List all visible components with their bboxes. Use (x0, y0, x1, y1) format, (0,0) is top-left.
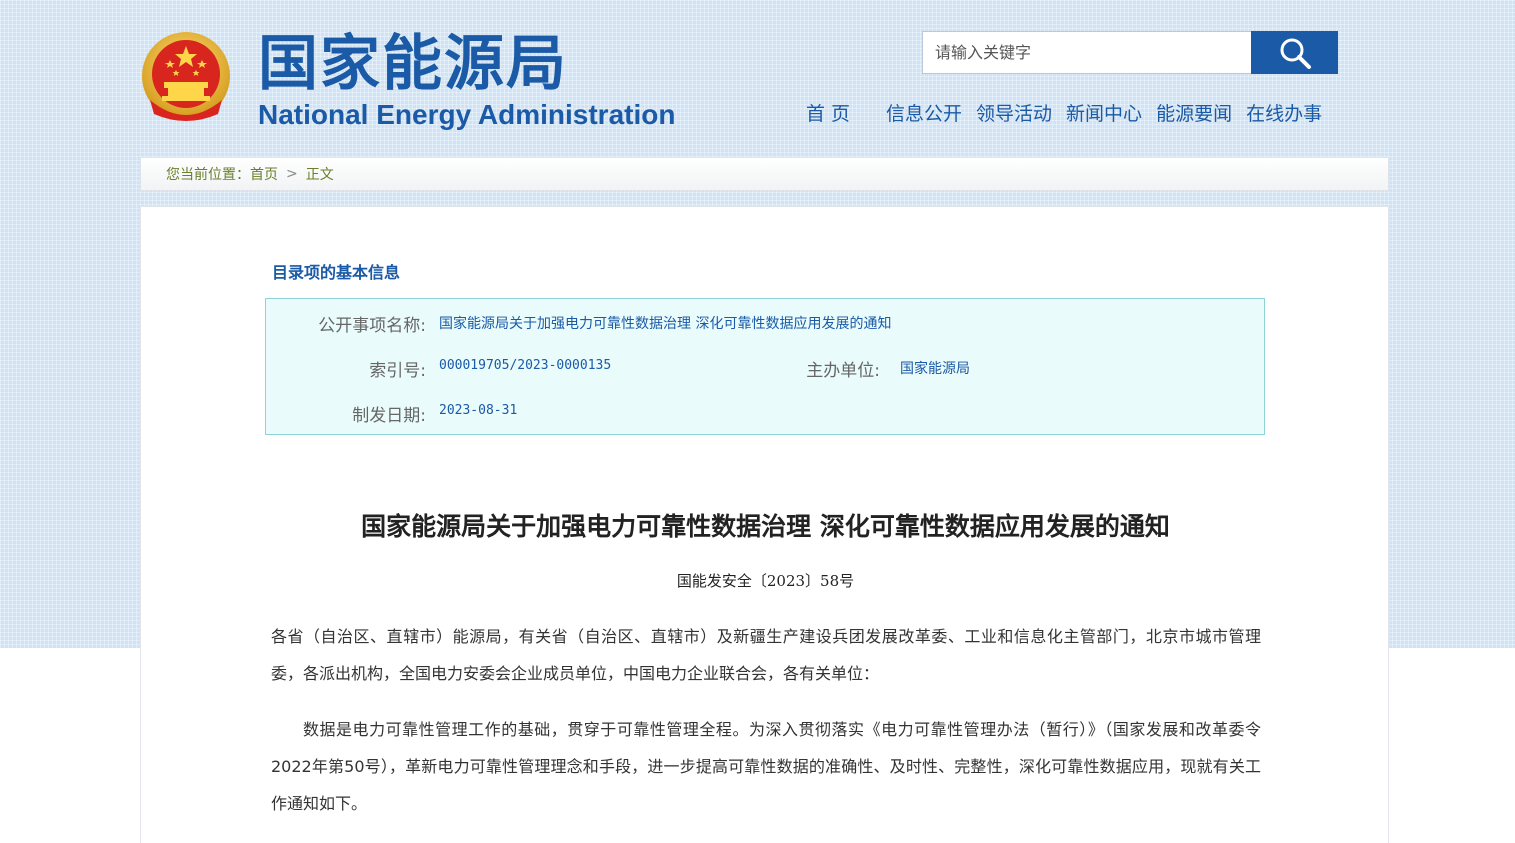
search-icon (1280, 38, 1311, 69)
breadcrumb: 您当前位置： 首页 > 正文 (140, 157, 1389, 191)
nav-info-disclosure[interactable]: 信息公开 (886, 99, 962, 129)
breadcrumb-current: 正文 (305, 167, 334, 183)
document-number: 国能发安全〔2023〕58号 (676, 572, 855, 590)
date-label: 制发日期: (352, 406, 426, 426)
name-label: 公开事项名称: (318, 316, 426, 336)
nav-energy-news[interactable]: 能源要闻 (1156, 99, 1232, 129)
index-label: 索引号: (369, 361, 426, 381)
national-emblem-icon[interactable] (140, 30, 232, 126)
site-header: 国家能源局 National Energy Administration 首页 … (0, 0, 1515, 150)
nav-leadership-activities[interactable]: 领导活动 (976, 99, 1052, 129)
nav-online-services[interactable]: 在线办事 (1246, 99, 1322, 129)
document-paragraph: 数据是电力可靠性管理工作的基础，贯穿于可靠性管理全程。为深入贯彻落实《电力可靠性… (271, 720, 1261, 813)
name-value: 国家能源局关于加强电力可靠性数据治理 深化可靠性数据应用发展的通知 (439, 316, 892, 332)
catalog-info-box: 公开事项名称: 国家能源局关于加强电力可靠性数据治理 深化可靠性数据应用发展的通… (265, 298, 1265, 435)
org-label: 主办单位: (806, 361, 880, 381)
site-title-cn[interactable]: 国家能源局 (258, 28, 568, 100)
date-value: 2023-08-31 (439, 403, 518, 418)
site-title-en[interactable]: National Energy Administration (258, 98, 675, 132)
nav-home[interactable]: 首页 (806, 99, 856, 129)
org-value: 国家能源局 (900, 361, 970, 377)
document-recipients: 各省（自治区、直辖市）能源局，有关省（自治区、直辖市）及新疆生产建设兵团发展改革… (271, 627, 1261, 683)
content-card: 目录项的基本信息 公开事项名称: 国家能源局关于加强电力可靠性数据治理 深化可靠… (140, 206, 1389, 843)
main-nav: 首页 信息公开 领导活动 新闻中心 能源要闻 在线办事 (806, 98, 1322, 130)
search-input[interactable] (922, 31, 1252, 74)
chevron-right-icon: > (286, 166, 298, 182)
index-value: 000019705/2023-0000135 (439, 358, 612, 373)
search-button[interactable] (1251, 31, 1338, 74)
nav-news-center[interactable]: 新闻中心 (1066, 99, 1142, 129)
document-title: 国家能源局关于加强电力可靠性数据治理 深化可靠性数据应用发展的通知 (361, 512, 1170, 541)
breadcrumb-home-link[interactable]: 首页 (250, 164, 278, 184)
breadcrumb-prefix: 您当前位置： (166, 167, 250, 183)
catalog-section-title: 目录项的基本信息 (272, 263, 401, 282)
